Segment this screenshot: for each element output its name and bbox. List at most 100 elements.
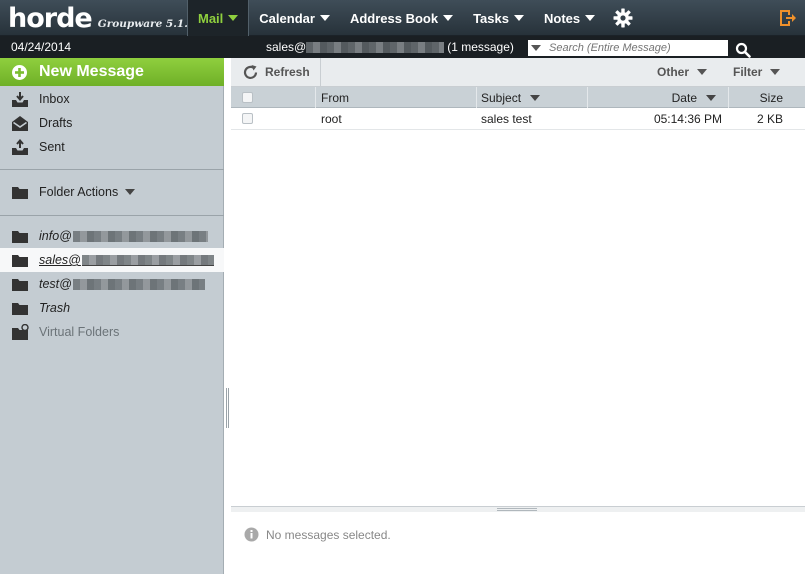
redacted-text <box>72 278 205 290</box>
current-date: 04/24/2014 <box>11 40 72 54</box>
select-all-checkbox[interactable] <box>242 92 253 103</box>
row-select-cell <box>231 113 316 124</box>
row-checkbox[interactable] <box>242 113 253 124</box>
logout-icon[interactable] <box>777 8 797 28</box>
sent-icon <box>12 138 28 155</box>
message-subject: sales test <box>481 111 532 126</box>
sidebar-item-label: info@ <box>39 229 72 243</box>
sidebar-item-info-account[interactable]: info@ <box>0 224 224 248</box>
sidebar-item-trash[interactable]: Trash <box>0 296 224 320</box>
search-icon[interactable] <box>735 42 751 58</box>
nav-tasks[interactable]: Tasks <box>463 0 534 36</box>
chevron-down-icon <box>443 15 454 21</box>
other-label: Other <box>657 65 690 79</box>
message-row[interactable]: root sales test 05:14:36 PM 2 KB <box>231 108 805 130</box>
chevron-down-icon <box>319 15 330 21</box>
grip <box>497 508 537 511</box>
chevron-down-icon <box>770 69 781 75</box>
nav-calendar-label: Calendar <box>259 10 315 26</box>
sidebar-item-label: Inbox <box>39 92 70 106</box>
redacted-text <box>306 41 445 53</box>
message-list-header: From Subject Date Size <box>231 87 805 108</box>
column-date-label: Date <box>671 90 697 105</box>
column-subject[interactable]: Subject <box>477 87 588 108</box>
divider <box>0 215 224 216</box>
sidebar-resize-handle[interactable] <box>226 388 229 428</box>
folder-actions-label: Folder Actions <box>39 185 119 199</box>
nav-tasks-label: Tasks <box>473 10 509 26</box>
search-box <box>528 40 728 56</box>
sidebar: New Message Inbox Drafts Sent Folder Act… <box>0 58 224 574</box>
message-date: 05:14:36 PM <box>653 111 722 126</box>
redacted-text <box>72 230 208 242</box>
sidebar-item-inbox[interactable]: Inbox <box>0 87 224 111</box>
filter-menu[interactable]: Filter <box>733 65 781 79</box>
status-bar: 04/24/2014 sales@ (1 message) <box>0 36 805 58</box>
refresh-button[interactable]: Refresh <box>231 58 321 86</box>
sidebar-item-label: Virtual Folders <box>39 325 120 339</box>
product-version: Groupware 5.1.1 <box>97 18 196 30</box>
preview-pane: No messages selected. <box>231 512 805 574</box>
message-from: root <box>321 111 342 126</box>
folder-icon <box>12 186 28 199</box>
nav-notes-label: Notes <box>543 10 581 26</box>
sidebar-item-sales-account[interactable]: sales@ <box>0 248 224 272</box>
sort-chevron-icon <box>530 94 541 101</box>
sidebar-item-label: Trash <box>39 301 71 315</box>
chevron-down-icon <box>513 15 524 21</box>
sidebar-item-virtual-folders[interactable]: Virtual Folders <box>0 320 224 344</box>
message-count: (1 message) <box>447 40 514 54</box>
info-icon <box>244 527 259 542</box>
select-all-column <box>231 87 316 108</box>
logo-wordmark: horde <box>8 3 93 34</box>
mailbox-name: sales@ <box>266 40 307 54</box>
plus-circle-icon <box>12 64 27 80</box>
chevron-down-icon <box>125 189 136 195</box>
other-menu[interactable]: Other <box>657 65 708 79</box>
search-input[interactable] <box>549 42 719 54</box>
folder-actions-menu[interactable]: Folder Actions <box>0 180 224 204</box>
mailbox-status: sales@ (1 message) <box>266 40 514 54</box>
nav-address-book[interactable]: Address Book <box>340 0 463 36</box>
redacted-text <box>81 254 214 266</box>
column-from[interactable]: From <box>316 87 477 108</box>
sort-chevron-icon <box>706 94 716 101</box>
chevron-down-icon <box>697 69 708 75</box>
sidebar-item-label: Drafts <box>39 116 73 130</box>
nav-mail[interactable]: Mail <box>187 0 250 36</box>
preview-empty-text: No messages selected. <box>266 527 391 542</box>
column-subject-label: Subject <box>481 90 522 105</box>
divider <box>0 169 224 170</box>
gear-icon <box>613 8 633 28</box>
sidebar-item-sent[interactable]: Sent <box>0 135 224 159</box>
chevron-down-icon <box>228 15 239 21</box>
sidebar-item-drafts[interactable]: Drafts <box>0 111 224 135</box>
filter-label: Filter <box>733 65 763 79</box>
column-from-label: From <box>321 90 349 105</box>
column-date[interactable]: Date <box>588 87 729 108</box>
folder-icon <box>12 230 28 243</box>
settings-button[interactable] <box>605 0 641 36</box>
refresh-label: Refresh <box>265 65 310 79</box>
horde-logo[interactable]: horde Groupware 5.1.1 <box>8 2 195 34</box>
top-bar: horde Groupware 5.1.1 Mail Calendar Addr… <box>0 0 805 36</box>
new-message-label: New Message <box>39 63 144 80</box>
inbox-icon <box>12 91 28 107</box>
column-size[interactable]: Size <box>729 87 805 108</box>
sidebar-item-test-account[interactable]: test@ <box>0 272 224 296</box>
nav-address-book-label: Address Book <box>349 10 439 26</box>
folder-icon <box>12 254 28 267</box>
nav-calendar[interactable]: Calendar <box>249 0 340 36</box>
preview-empty-state: No messages selected. <box>244 527 391 542</box>
message-pane: Refresh Other Filter From Subject Date S… <box>231 58 805 574</box>
refresh-icon <box>243 64 258 79</box>
nav-notes[interactable]: Notes <box>534 0 605 36</box>
search-options-dropdown-icon[interactable] <box>531 45 541 51</box>
sidebar-item-label: Sent <box>39 140 65 154</box>
new-message-button[interactable]: New Message <box>0 58 224 86</box>
column-size-label: Size <box>759 90 783 105</box>
sidebar-item-label: test@ <box>39 277 72 291</box>
folder-icon <box>12 278 28 291</box>
main-nav: Mail Calendar Address Book Tasks Notes <box>187 0 641 36</box>
message-size: 2 KB <box>756 111 783 126</box>
